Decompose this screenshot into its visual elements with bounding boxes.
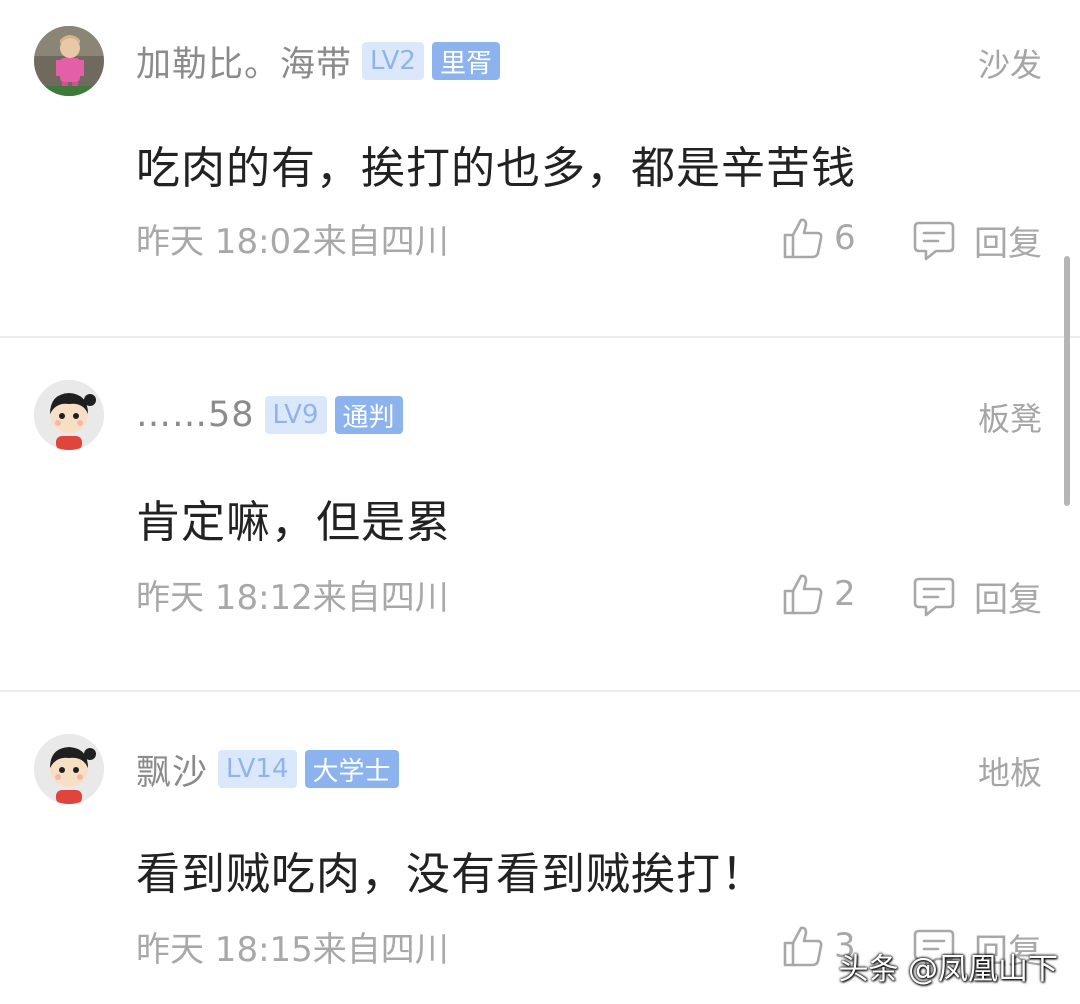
comment-text: 吃肉的有，挨打的也多，都是辛苦钱 [136,143,856,194]
comment-text: 肯定嘛，但是累 [136,497,451,548]
like-button[interactable]: 2 [782,572,856,616]
username[interactable]: ……58 [136,395,255,435]
name-row: 加勒比。海带 LV2 里胥 [136,36,500,86]
reply-label: 回复 [974,224,1042,264]
title-badge: 里胥 [431,42,500,80]
avatar[interactable] [34,734,104,804]
username[interactable]: 加勒比。海带 [136,36,352,87]
comment-bubble-icon [913,577,955,616]
watermark: 头条 @凤凰山下 [838,952,1058,987]
scrollbar[interactable] [1064,256,1070,506]
username[interactable]: 飘沙 [136,744,208,795]
cartoon-avatar-icon [34,734,104,804]
comment-bubble-icon [913,221,955,260]
thumbs-up-icon [783,926,823,967]
photo-avatar-icon [34,26,104,96]
avatar[interactable] [34,26,104,96]
floor-label: 地板 [977,754,1042,792]
comment-text: 看到贼吃肉，没有看到贼挨打！ [136,849,766,900]
reply-button[interactable]: 回复 [912,216,1042,265]
level-badge: LV14 [218,750,297,788]
like-button[interactable]: 6 [782,216,856,260]
floor-label: 沙发 [977,46,1042,84]
comment-item: 加勒比。海带 LV2 里胥 沙发 吃肉的有，挨打的也多，都是辛苦钱 昨天 18:… [0,0,1080,336]
comment-item: ……58 LV9 通判 板凳 肯定嘛，但是累 昨天 18:12来自四川 2 回复 [0,338,1080,690]
name-row: 飘沙 LV14 大学士 [136,744,399,794]
comment-meta: 昨天 18:12来自四川 [136,578,449,618]
comment-meta: 昨天 18:15来自四川 [136,930,449,970]
title-badge: 通判 [334,396,403,434]
like-count: 6 [834,218,856,258]
level-badge: LV2 [362,42,424,80]
thumbs-up-icon [783,218,823,259]
thumbs-up-icon [783,574,823,615]
level-badge: LV9 [264,396,327,434]
floor-label: 板凳 [977,400,1042,438]
avatar[interactable] [34,380,104,450]
reply-label: 回复 [974,580,1042,620]
like-count: 2 [834,574,856,614]
name-row: ……58 LV9 通判 [136,390,403,440]
title-badge: 大学士 [304,750,399,788]
cartoon-avatar-icon [34,380,104,450]
comment-meta: 昨天 18:02来自四川 [136,222,449,262]
reply-button[interactable]: 回复 [912,572,1042,621]
